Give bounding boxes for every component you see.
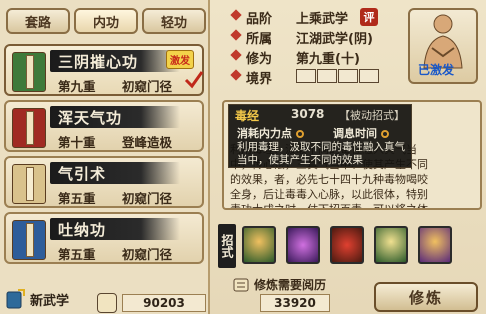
ring-icon: [295, 130, 304, 138]
move-tooltip: 毒经 3078 【被动招式】 消耗内力点 调息时间 利用毒理，汲取不同的毒性融入…: [228, 104, 412, 168]
ring-icon: [380, 130, 389, 138]
skill-rank: 初窥门径: [122, 191, 173, 206]
skill-list-panel: 套路 内功 轻功 三阴摧心功 激发 第九重 初窥门径 浑天气功 第十重 登峰造极…: [0, 0, 210, 314]
tab-routines[interactable]: 套路: [6, 8, 70, 34]
cost-label: 消耗内力点: [237, 127, 292, 140]
tab-lightness[interactable]: 轻功: [142, 8, 206, 34]
exp-current: 90203: [97, 293, 206, 313]
tooltip-type: 【被动招式】: [339, 109, 405, 122]
moves-bar: 招式: [214, 224, 484, 268]
exp-current-value: 90203: [143, 296, 185, 310]
martial-arts-screen: { "tabs": ["套路", "内功", "轻功"], "skills": …: [0, 0, 486, 314]
skill-item-2[interactable]: 气引术 第五重 初窥门径: [4, 156, 204, 208]
skill-level: 第五重: [58, 247, 96, 262]
scroll-icon: [233, 278, 249, 291]
skill-item-0[interactable]: 三阴摧心功 激发 第九重 初窥门径: [4, 44, 204, 96]
cultivation-row: 修为 第九重(十): [230, 46, 402, 67]
sect-value: 江湖武学(阴): [296, 32, 373, 47]
tooltip-cast: 调息时间: [333, 125, 389, 141]
exp-needed: 33920: [260, 294, 330, 312]
cultivation-label: 修为: [246, 52, 273, 67]
diamond-icon: [230, 29, 242, 41]
grade-value: 上乘武学: [296, 12, 349, 27]
realm-boxes: [296, 68, 380, 83]
skill-detail-panel: 品阶 上乘武学 评 所属 江湖武学(阴) 修为 第九重(十) 境界 已激发 不同…: [212, 0, 486, 314]
skill-name: 三阴摧心功: [58, 53, 139, 71]
diamond-icon: [230, 49, 242, 61]
skill-level: 第五重: [58, 191, 96, 206]
skill-name: 浑天气功: [58, 109, 123, 127]
activated-badge: 激发: [166, 50, 194, 69]
new-skill-button[interactable]: 新武学: [4, 288, 69, 310]
skill-level: 第九重: [58, 79, 96, 94]
sect-label: 所属: [246, 32, 273, 47]
realm-label: 境界: [246, 72, 273, 87]
checkmark-icon: [184, 71, 204, 89]
review-badge: 评: [360, 8, 378, 26]
skill-portrait: 已激发: [408, 8, 478, 84]
skill-item-3[interactable]: 吐纳功 第五重 初窥门径: [4, 212, 204, 264]
realm-row: 境界: [230, 66, 402, 87]
scroll-icon: [12, 164, 46, 204]
tooltip-cost: 消耗内力点: [237, 125, 304, 141]
activated-status: 已激发: [418, 63, 455, 77]
tooltip-number: 3078: [291, 107, 325, 121]
cost-row: 修炼需要阅历: [232, 276, 326, 293]
skill-rank: 登峰造极: [122, 135, 173, 150]
cast-label: 调息时间: [333, 127, 377, 140]
moves-label: 招式: [218, 224, 236, 268]
skill-info: 品阶 上乘武学 评 所属 江湖武学(阴) 修为 第九重(十) 境界: [230, 6, 402, 87]
skill-level: 第十重: [58, 135, 96, 150]
move-slot-3[interactable]: [330, 226, 364, 264]
skill-item-1[interactable]: 浑天气功 第十重 登峰造极: [4, 100, 204, 152]
skill-name: 气引术: [58, 165, 107, 183]
train-button[interactable]: 修炼: [374, 282, 478, 312]
skill-rank: 初窥门径: [122, 79, 173, 94]
move-slot-1[interactable]: [242, 226, 276, 264]
grade-row: 品阶 上乘武学 评: [230, 6, 402, 27]
new-skill-icon: [6, 289, 25, 309]
diamond-icon: [230, 69, 242, 81]
diamond-icon: [230, 9, 242, 21]
sect-row: 所属 江湖武学(阴): [230, 26, 402, 47]
move-slot-5[interactable]: [418, 226, 452, 264]
cost-label: 修炼需要阅历: [254, 278, 327, 292]
tooltip-title: 毒经: [235, 109, 260, 123]
new-skill-label: 新武学: [30, 293, 70, 309]
skill-book-icon: [12, 220, 46, 260]
cultivation-value: 第九重(十): [296, 52, 360, 67]
category-tabs: 套路 内功 轻功: [6, 8, 206, 34]
tab-inner-skill[interactable]: 内功: [74, 8, 138, 34]
grade-label: 品阶: [246, 12, 273, 27]
skill-book-icon: [12, 52, 46, 92]
skill-book-icon: [12, 108, 46, 148]
move-slot-2[interactable]: [286, 226, 320, 264]
move-slot-4[interactable]: [374, 226, 408, 264]
book-icon: [97, 293, 117, 313]
skill-name: 吐纳功: [58, 221, 107, 239]
tooltip-desc: 利用毒理，汲取不同的毒性融入真气当中，使其产生不同的效果: [237, 141, 405, 166]
skill-rank: 初窥门径: [122, 247, 173, 262]
